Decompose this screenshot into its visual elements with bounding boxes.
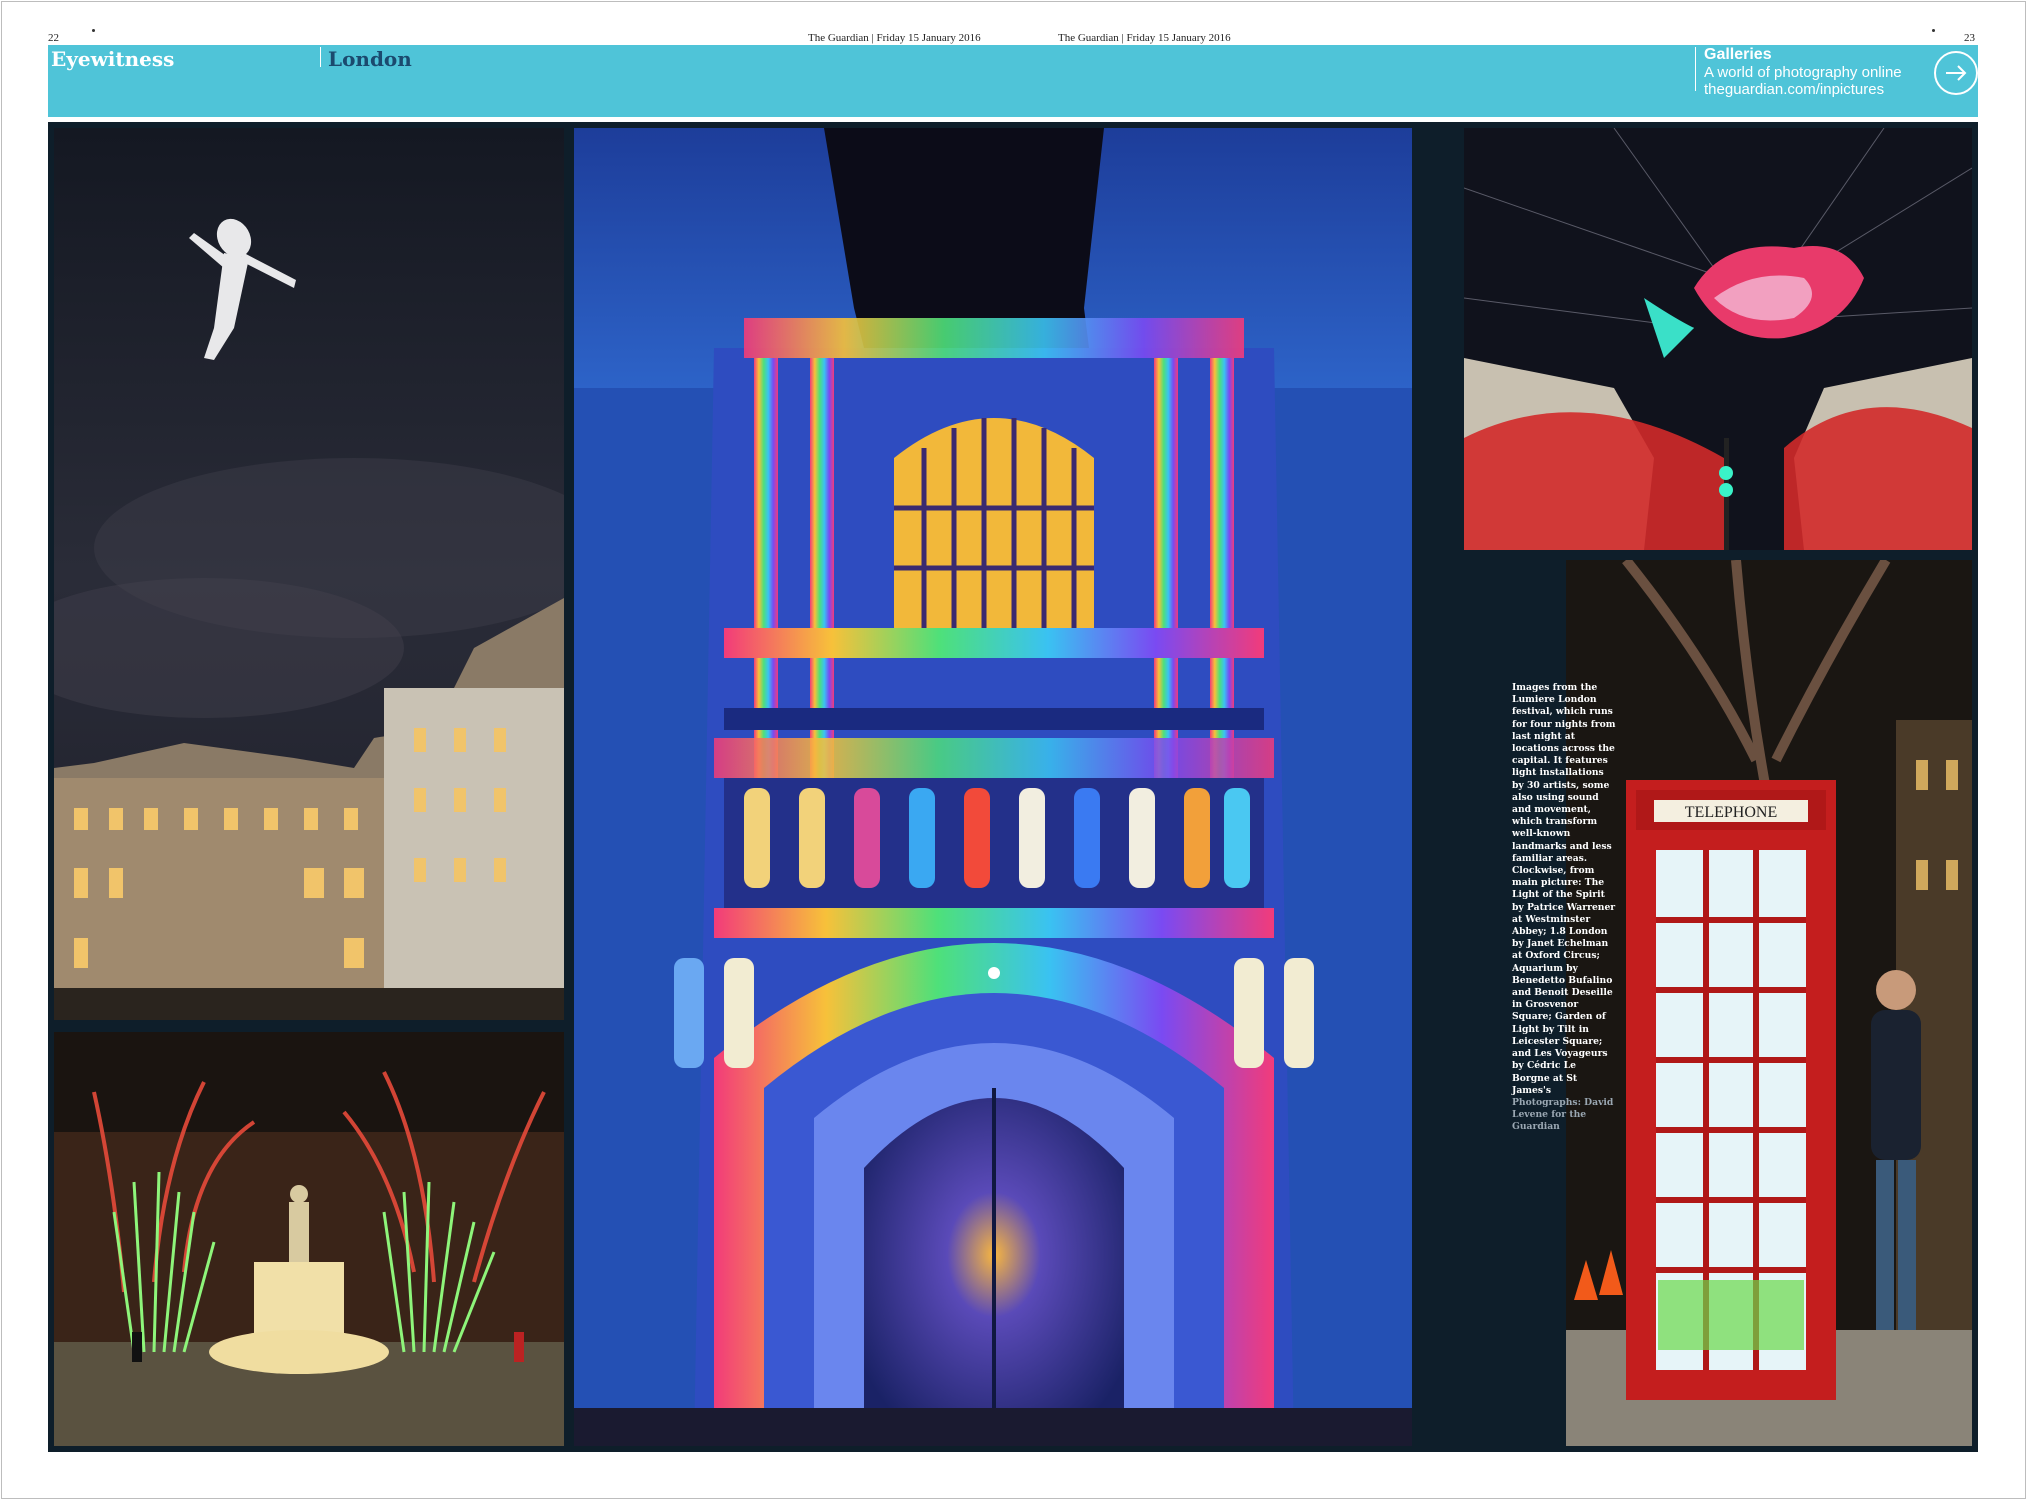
photo-aquarium-phone-box: TELEPHONE [1566, 560, 1972, 1446]
arrow-right-icon[interactable] [1934, 51, 1978, 95]
folio-dot-left [92, 29, 95, 32]
dateline-right: The Guardian | Friday 15 January 2016 [1058, 32, 1231, 44]
galleries-url[interactable]: theguardian.com/inpictures [1704, 81, 1884, 98]
page-number-left: 22 [48, 32, 59, 44]
photo-westminster-abbey [574, 128, 1412, 1446]
folio-dot-right [1932, 29, 1935, 32]
galleries-title: Galleries [1704, 46, 1772, 63]
section-banner: Eyewitness London Galleries A world of p… [48, 45, 1978, 117]
photo-garden-of-light [54, 1032, 564, 1446]
phone-box-sign: TELEPHONE [1685, 804, 1777, 821]
photo-credit: Photographs: David Levene for the Guardi… [1512, 1096, 1614, 1133]
section-title: Eyewitness [51, 47, 175, 71]
galleries-divider [1695, 47, 1696, 91]
dateline-left: The Guardian | Friday 15 January 2016 [808, 32, 981, 44]
photo-oxford-circus [1464, 128, 1972, 550]
caption-text: Images from the Lumiere London festival,… [1512, 682, 1616, 1096]
banner-divider [320, 47, 321, 67]
photo-les-voyageurs [54, 128, 564, 1020]
subsection-title: London [328, 47, 412, 71]
photo-spread: TELEPHONE Images from the Lumiere London… [48, 122, 1978, 1452]
page-number-right: 23 [1964, 32, 1975, 44]
photo-caption: Images from the Lumiere London festival,… [1512, 682, 1616, 1134]
galleries-tagline: A world of photography online [1704, 64, 1902, 81]
